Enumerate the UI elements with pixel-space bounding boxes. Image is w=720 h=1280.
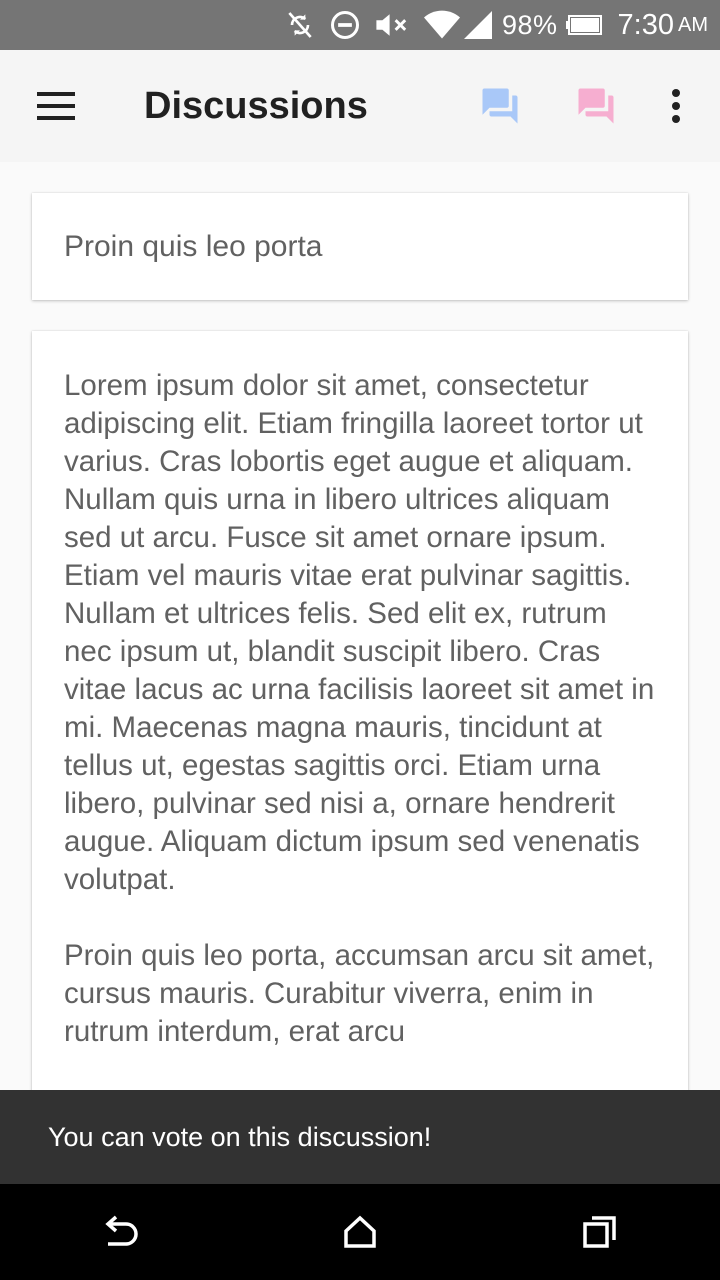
discussion-paragraph: Proin quis leo porta, accumsan arcu sit … — [64, 939, 655, 1048]
discussions-pink-button[interactable] — [548, 50, 644, 162]
clock-ampm: AM — [678, 13, 708, 36]
status-bar: 98% 7:30 AM — [0, 0, 720, 50]
snackbar-message: You can vote on this discussion! — [48, 1121, 432, 1152]
discussion-title-card: Proin quis leo porta — [32, 193, 688, 300]
sync-off-icon — [284, 9, 316, 41]
snackbar: You can vote on this discussion! — [0, 1090, 720, 1184]
home-icon — [344, 1215, 376, 1248]
battery-icon — [565, 15, 602, 35]
navigation-bar — [0, 1184, 720, 1280]
recents-button[interactable] — [540, 1184, 660, 1280]
back-button[interactable] — [60, 1184, 180, 1280]
overflow-menu-button[interactable] — [644, 50, 708, 162]
forum-icon — [578, 88, 614, 124]
volume-mute-icon — [374, 10, 410, 40]
discussions-blue-button[interactable] — [452, 50, 548, 162]
forum-icon — [482, 88, 518, 124]
page-title: Discussions — [144, 84, 368, 127]
wifi-icon — [424, 10, 460, 40]
menu-button[interactable] — [0, 50, 112, 162]
do-not-disturb-icon — [330, 10, 360, 40]
menu-icon — [37, 92, 75, 120]
discussion-paragraph: Lorem ipsum dolor sit amet, consectetur … — [64, 369, 655, 896]
recents-icon — [583, 1216, 616, 1248]
discussion-title: Proin quis leo porta — [64, 229, 323, 263]
discussion-body-card: Lorem ipsum dolor sit amet, consectetur … — [32, 331, 688, 1090]
back-icon — [105, 1215, 138, 1246]
home-button[interactable] — [300, 1184, 420, 1280]
battery-percent: 98% — [502, 9, 558, 40]
content-area[interactable]: Proin quis leo porta Lorem ipsum dolor s… — [0, 162, 720, 1090]
clock-time: 7:30 — [617, 8, 674, 41]
cell-signal-icon — [464, 10, 492, 40]
app-bar: Discussions — [0, 50, 720, 162]
more-vert-icon — [672, 89, 680, 123]
